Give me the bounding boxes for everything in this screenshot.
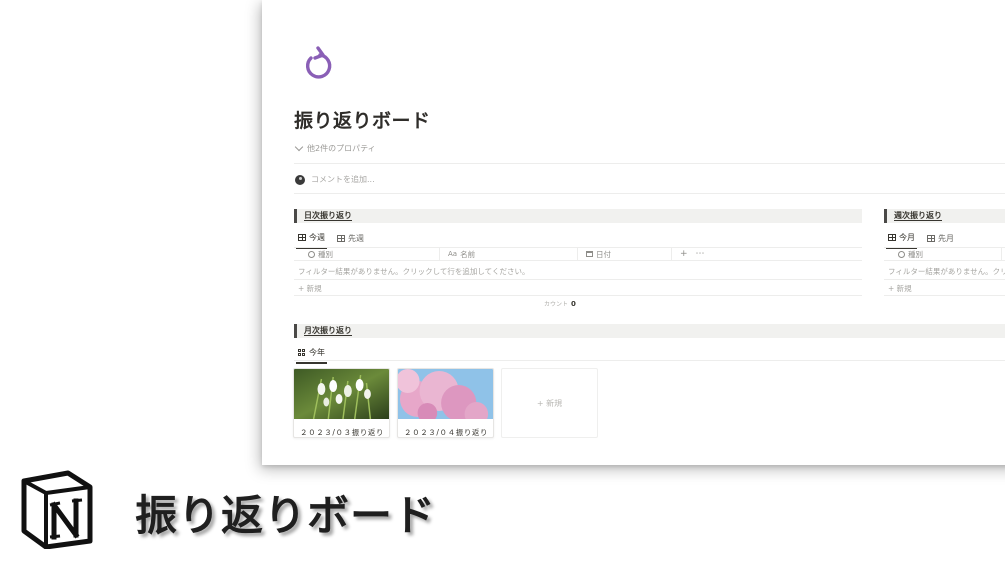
- column-header-date[interactable]: 日付: [578, 248, 672, 260]
- page-title[interactable]: 振り返りボード: [294, 106, 431, 133]
- comment-placeholder: コメントを追加...: [311, 175, 375, 184]
- properties-toggle-label: 他2件のプロパティ: [307, 144, 376, 153]
- circle-icon: [308, 250, 315, 258]
- section-header-weekly[interactable]: 週次振り返り: [884, 209, 1005, 223]
- gallery-card-title: ２０２３/０４振り返り: [404, 428, 489, 437]
- new-row-button-weekly[interactable]: + 新規: [888, 283, 912, 294]
- circle-icon: [898, 250, 905, 258]
- section-title-weekly: 週次振り返り: [894, 211, 942, 220]
- section-header-daily[interactable]: 日次振り返り: [294, 209, 862, 223]
- table-header-daily: 種別 Aa 名前 日付 + ⋯: [294, 247, 862, 261]
- avatar: [295, 174, 305, 185]
- gallery-card[interactable]: ２０２３/０４振り返り: [397, 368, 494, 438]
- table-header-weekly: 種別: [884, 247, 1005, 261]
- divider: [294, 163, 1005, 164]
- empty-filter-message-daily[interactable]: フィルター結果がありません。クリックして行を追加してください。: [298, 266, 529, 277]
- divider: [294, 279, 862, 280]
- brand-title: 振り返りボード: [135, 491, 437, 540]
- gallery-card-title: ２０２３/０３振り返り: [300, 428, 385, 437]
- section-title-monthly: 月次振り返り: [304, 326, 352, 335]
- table-icon: [298, 234, 306, 241]
- divider: [294, 295, 862, 296]
- new-row-button-daily[interactable]: + 新規: [298, 283, 322, 294]
- snowdrop-flowers-image: [294, 369, 389, 420]
- add-column-icon[interactable]: +: [680, 249, 688, 259]
- count-summary[interactable]: カウント 0: [544, 299, 576, 308]
- notion-page-card: 振り返りボード 他2件のプロパティ コメントを追加... 日次振り返り 今週 先…: [262, 0, 1005, 465]
- calendar-icon: [586, 251, 593, 257]
- gallery-icon: [298, 348, 306, 357]
- plus-icon: +: [888, 284, 897, 293]
- divider: [294, 193, 1005, 194]
- gallery-card[interactable]: ２０２３/０３振り返り: [293, 368, 390, 438]
- table-icon: [888, 234, 896, 241]
- properties-toggle[interactable]: 他2件のプロパティ: [294, 142, 376, 154]
- plus-icon: +: [536, 398, 547, 408]
- view-tabs-monthly: 今年: [296, 347, 327, 364]
- table-icon: [927, 235, 935, 242]
- comment-row[interactable]: コメントを追加...: [295, 174, 375, 185]
- chevron-down-icon: [294, 142, 304, 152]
- tab-this-year[interactable]: 今年: [296, 347, 327, 364]
- section-header-monthly[interactable]: 月次振り返り: [294, 324, 1005, 338]
- undo-arrow-icon[interactable]: [298, 44, 334, 84]
- column-header-name[interactable]: Aa 名前: [440, 248, 578, 260]
- section-title-daily: 日次振り返り: [304, 211, 352, 220]
- column-actions: + ⋯: [672, 248, 712, 260]
- divider: [884, 279, 1005, 280]
- notion-logo: [21, 470, 93, 549]
- column-header-type[interactable]: 種別: [294, 248, 440, 260]
- divider: [884, 295, 1005, 296]
- table-icon: [337, 235, 345, 242]
- new-card-button[interactable]: + 新規: [501, 368, 598, 438]
- column-header-type[interactable]: 種別: [884, 248, 1002, 260]
- text-aa-icon: Aa: [448, 250, 458, 258]
- empty-filter-message-weekly[interactable]: フィルター結果がありません。クリッ: [888, 266, 1005, 277]
- cherry-blossom-image: [398, 369, 493, 426]
- plus-icon: +: [298, 284, 307, 293]
- divider: [294, 360, 1005, 361]
- more-options-icon[interactable]: ⋯: [696, 249, 705, 259]
